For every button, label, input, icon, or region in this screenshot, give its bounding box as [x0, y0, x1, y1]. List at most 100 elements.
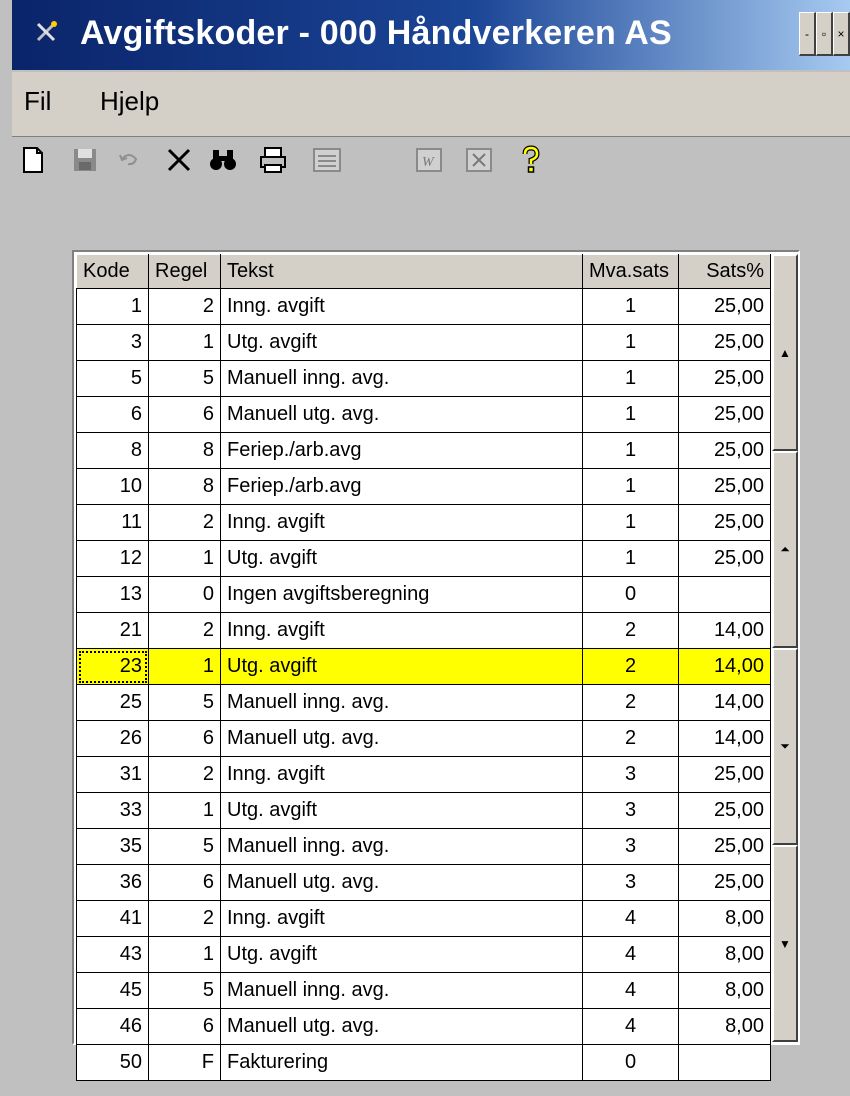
cell-tekst[interactable]: Manuell utg. avg.	[220, 720, 583, 757]
cell-sats-pct[interactable]: 25,00	[678, 432, 771, 469]
new-document-icon[interactable]	[16, 143, 50, 177]
cell-kode[interactable]: 3	[76, 324, 149, 361]
cell-mva-sats[interactable]: 1	[582, 540, 679, 577]
cell-sats-pct[interactable]: 14,00	[678, 612, 771, 649]
cell-mva-sats[interactable]: 3	[582, 864, 679, 901]
cell-kode[interactable]: 13	[76, 576, 149, 613]
cell-tekst[interactable]: Ingen avgiftsberegning	[220, 576, 583, 613]
cell-sats-pct[interactable]: 8,00	[678, 1008, 771, 1045]
cell-mva-sats[interactable]: 2	[582, 684, 679, 721]
table-row[interactable]: 35 5 Manuell inng. avg. 3 25,00	[76, 828, 771, 865]
restore-button[interactable]: ▫	[816, 12, 833, 56]
cell-kode[interactable]: 33	[76, 792, 149, 829]
cell-regel[interactable]: 1	[148, 540, 221, 577]
cell-mva-sats[interactable]: 0	[582, 1044, 679, 1081]
column-header-regel[interactable]: Regel	[148, 254, 221, 289]
cell-mva-sats[interactable]: 1	[582, 324, 679, 361]
cell-kode[interactable]: 26	[76, 720, 149, 757]
cell-mva-sats[interactable]: 1	[582, 288, 679, 325]
table-row[interactable]: 12 1 Utg. avgift 1 25,00	[76, 540, 771, 577]
cell-regel[interactable]: 5	[148, 828, 221, 865]
cell-sats-pct[interactable]: 8,00	[678, 972, 771, 1009]
table-row[interactable]: 8 8 Feriep./arb.avg 1 25,00	[76, 432, 771, 469]
form-icon[interactable]	[310, 143, 344, 177]
cell-mva-sats[interactable]: 3	[582, 756, 679, 793]
cell-tekst[interactable]: Inng. avgift	[220, 900, 583, 937]
column-header-sats-pct[interactable]: Sats%	[678, 254, 771, 289]
cell-tekst[interactable]: Utg. avgift	[220, 324, 583, 361]
cell-regel[interactable]: 2	[148, 900, 221, 937]
menu-fil[interactable]: Fil	[24, 86, 51, 117]
cell-tekst[interactable]: Manuell inng. avg.	[220, 360, 583, 397]
table-row[interactable]: 36 6 Manuell utg. avg. 3 25,00	[76, 864, 771, 901]
cell-kode[interactable]: 11	[76, 504, 149, 541]
table-row[interactable]: 6 6 Manuell utg. avg. 1 25,00	[76, 396, 771, 433]
cell-mva-sats[interactable]: 4	[582, 900, 679, 937]
cell-sats-pct[interactable]: 25,00	[678, 828, 771, 865]
cell-sats-pct[interactable]: 14,00	[678, 684, 771, 721]
cell-regel[interactable]: 1	[148, 324, 221, 361]
menu-hjelp[interactable]: Hjelp	[100, 86, 159, 117]
cell-sats-pct[interactable]	[678, 576, 771, 613]
cell-mva-sats[interactable]: 3	[582, 792, 679, 829]
table-row[interactable]: 33 1 Utg. avgift 3 25,00	[76, 792, 771, 829]
cell-regel[interactable]: 2	[148, 288, 221, 325]
cell-kode[interactable]: 36	[76, 864, 149, 901]
cell-regel[interactable]: F	[148, 1044, 221, 1081]
save-icon[interactable]	[68, 143, 102, 177]
cell-kode[interactable]: 46	[76, 1008, 149, 1045]
cell-sats-pct[interactable]: 14,00	[678, 648, 771, 685]
cell-regel[interactable]: 6	[148, 720, 221, 757]
cell-tekst[interactable]: Manuell utg. avg.	[220, 396, 583, 433]
cell-regel[interactable]: 2	[148, 612, 221, 649]
cell-regel[interactable]: 8	[148, 432, 221, 469]
table-row[interactable]: 3 1 Utg. avgift 1 25,00	[76, 324, 771, 361]
cell-regel[interactable]: 8	[148, 468, 221, 505]
cell-sats-pct[interactable]: 25,00	[678, 540, 771, 577]
cell-tekst[interactable]: Fakturering	[220, 1044, 583, 1081]
cell-tekst[interactable]: Utg. avgift	[220, 540, 583, 577]
cell-mva-sats[interactable]: 3	[582, 828, 679, 865]
cell-regel[interactable]: 1	[148, 936, 221, 973]
minimize-button[interactable]: -	[799, 12, 816, 56]
cell-sats-pct[interactable]: 25,00	[678, 504, 771, 541]
cell-kode[interactable]: 21	[76, 612, 149, 649]
cell-regel[interactable]: 6	[148, 1008, 221, 1045]
cell-mva-sats[interactable]: 1	[582, 360, 679, 397]
cell-regel[interactable]: 6	[148, 396, 221, 433]
cell-tekst[interactable]: Utg. avgift	[220, 648, 583, 685]
column-header-kode[interactable]: Kode	[76, 254, 149, 289]
table-row[interactable]: 21 2 Inng. avgift 2 14,00	[76, 612, 771, 649]
table-row[interactable]: 10 8 Feriep./arb.avg 1 25,00	[76, 468, 771, 505]
find-binoculars-icon[interactable]	[206, 143, 240, 177]
cell-mva-sats[interactable]: 1	[582, 432, 679, 469]
cell-mva-sats[interactable]: 2	[582, 612, 679, 649]
table-row[interactable]: 43 1 Utg. avgift 4 8,00	[76, 936, 771, 973]
table-row[interactable]: 11 2 Inng. avgift 1 25,00	[76, 504, 771, 541]
word-export-icon[interactable]: W	[412, 143, 446, 177]
cell-regel[interactable]: 6	[148, 864, 221, 901]
cell-sats-pct[interactable]: 25,00	[678, 468, 771, 505]
cell-kode[interactable]: 45	[76, 972, 149, 1009]
cell-regel[interactable]: 0	[148, 576, 221, 613]
excel-export-icon[interactable]	[462, 143, 496, 177]
cell-tekst[interactable]: Utg. avgift	[220, 936, 583, 973]
cell-mva-sats[interactable]: 1	[582, 468, 679, 505]
table-row[interactable]: 13 0 Ingen avgiftsberegning 0	[76, 576, 771, 613]
cell-sats-pct[interactable]: 25,00	[678, 792, 771, 829]
table-row[interactable]: 1 2 Inng. avgift 1 25,00	[76, 288, 771, 325]
table-row[interactable]: 31 2 Inng. avgift 3 25,00	[76, 756, 771, 793]
cell-tekst[interactable]: Feriep./arb.avg	[220, 468, 583, 505]
cell-mva-sats[interactable]: 1	[582, 504, 679, 541]
cell-kode[interactable]: 50	[76, 1044, 149, 1081]
cell-kode[interactable]: 35	[76, 828, 149, 865]
table-row[interactable]: 26 6 Manuell utg. avg. 2 14,00	[76, 720, 771, 757]
cell-sats-pct[interactable]: 14,00	[678, 720, 771, 757]
cell-tekst[interactable]: Inng. avgift	[220, 504, 583, 541]
print-icon[interactable]	[256, 143, 290, 177]
cell-sats-pct[interactable]: 8,00	[678, 936, 771, 973]
cell-sats-pct[interactable]: 25,00	[678, 396, 771, 433]
cell-tekst[interactable]: Utg. avgift	[220, 792, 583, 829]
cell-kode[interactable]: 10	[76, 468, 149, 505]
cell-kode[interactable]: 41	[76, 900, 149, 937]
